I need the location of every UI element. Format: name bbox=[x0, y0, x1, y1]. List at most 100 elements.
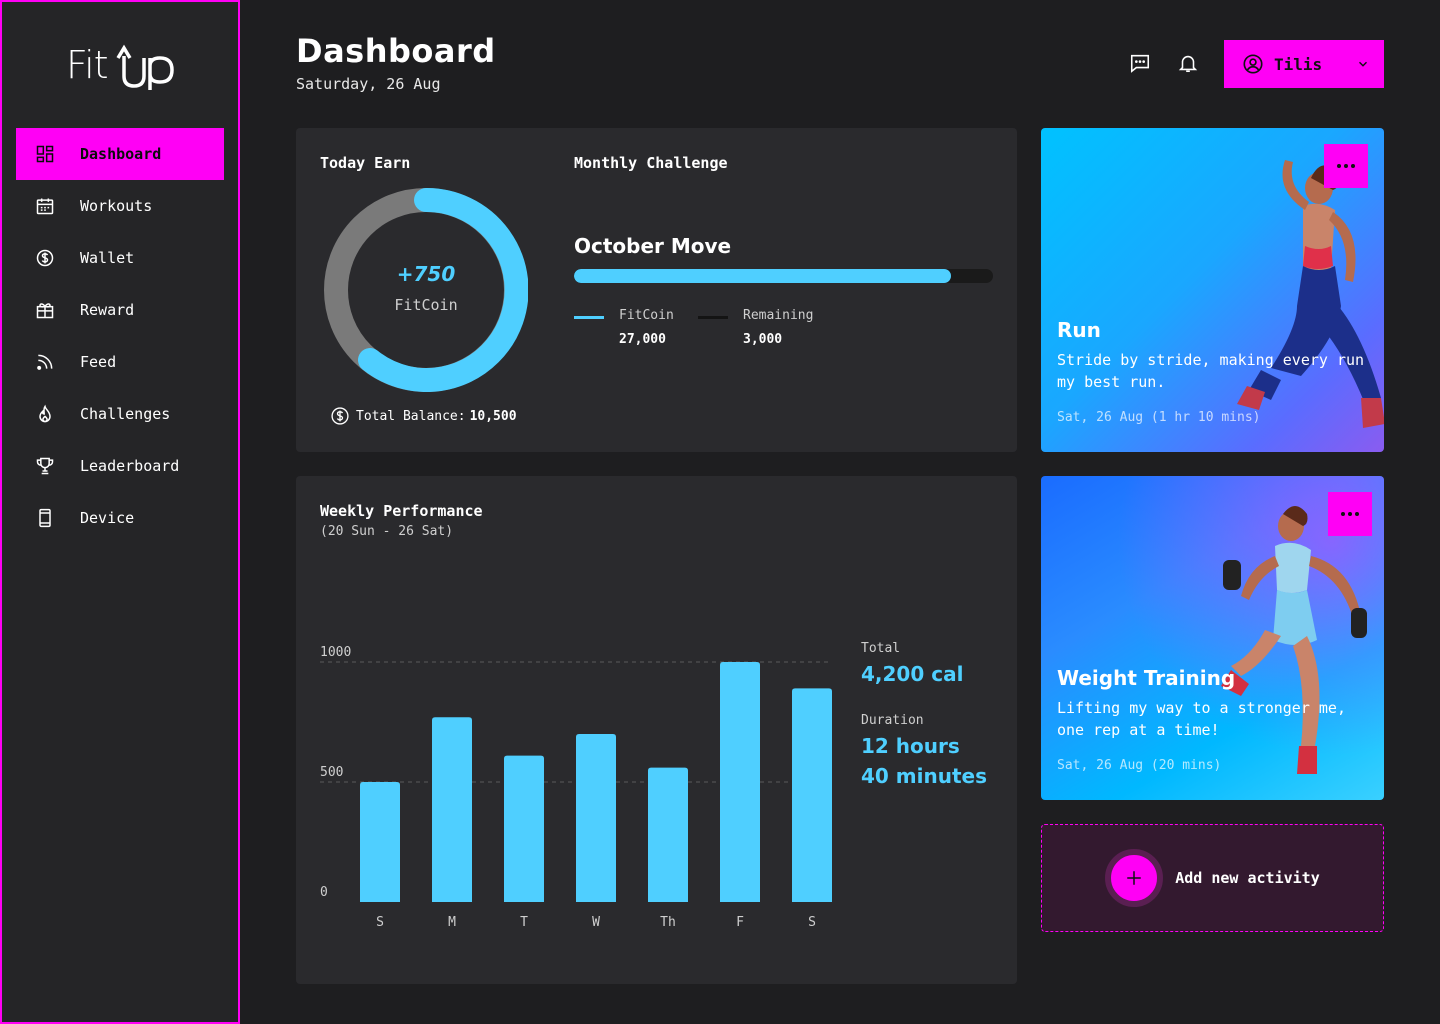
chevron-down-icon bbox=[1359, 61, 1367, 67]
dashboard-icon bbox=[34, 143, 56, 165]
dollar-coin-icon bbox=[34, 247, 56, 269]
legend-label: FitCoin bbox=[619, 308, 674, 323]
legend-value: 27,000 bbox=[619, 332, 666, 347]
user-menu-button[interactable]: Tilis bbox=[1224, 40, 1384, 88]
x-tick-label: S bbox=[376, 915, 384, 930]
user-name: Tilis bbox=[1274, 54, 1323, 74]
weekly-bar-chart: 1000 500 0 S M T W Th F S bbox=[320, 645, 832, 930]
sidebar-item-challenges[interactable]: Challenges bbox=[16, 388, 224, 440]
monthly-challenge-title: Monthly Challenge bbox=[574, 154, 728, 172]
total-label: Total bbox=[861, 641, 901, 656]
dot bbox=[1341, 512, 1345, 516]
sidebar-item-label: Workouts bbox=[80, 197, 153, 215]
x-tick-label: F bbox=[736, 915, 744, 930]
sidebar-item-reward[interactable]: Reward bbox=[16, 284, 224, 336]
x-tick-label: T bbox=[520, 915, 528, 930]
challenge-progress-fill bbox=[574, 269, 952, 283]
more-options-button[interactable] bbox=[1328, 492, 1372, 536]
sidebar-item-leaderboard[interactable]: Leaderboard bbox=[16, 440, 224, 492]
add-activity-card[interactable]: Add new activity bbox=[1041, 824, 1384, 932]
earn-donut-ring bbox=[324, 187, 529, 392]
y-tick-label: 1000 bbox=[320, 645, 351, 660]
dot bbox=[1355, 512, 1359, 516]
sidebar-item-wallet[interactable]: Wallet bbox=[16, 232, 224, 284]
dot bbox=[1337, 164, 1341, 168]
notification-bell-icon[interactable] bbox=[1175, 50, 1201, 76]
sidebar-item-label: Device bbox=[80, 509, 135, 527]
activity-card-run[interactable]: Run Stride by stride, making every run m… bbox=[1041, 128, 1384, 452]
total-value: 4,200 cal bbox=[861, 662, 964, 686]
total-balance: Total Balance: 10,500 bbox=[330, 406, 517, 426]
calendar-icon bbox=[34, 195, 56, 217]
message-icon[interactable] bbox=[1127, 50, 1153, 76]
x-tick-label: Th bbox=[660, 915, 676, 930]
rss-icon bbox=[34, 351, 56, 373]
dot bbox=[1348, 512, 1352, 516]
sidebar-item-workouts[interactable]: Workouts bbox=[16, 180, 224, 232]
activity-title: Run bbox=[1057, 318, 1101, 342]
legend-label: Remaining bbox=[743, 308, 814, 323]
svg-text:Fit: Fit bbox=[66, 43, 108, 87]
app-logo[interactable]: Fit bbox=[66, 40, 178, 100]
bar bbox=[360, 782, 400, 902]
duration-label: Duration bbox=[861, 713, 924, 728]
sidebar-item-label: Reward bbox=[80, 301, 135, 319]
duration-hours: 12 hours bbox=[861, 734, 960, 758]
earn-unit: FitCoin bbox=[394, 296, 458, 314]
sidebar-item-feed[interactable]: Feed bbox=[16, 336, 224, 388]
sidebar-item-label: Feed bbox=[80, 353, 117, 371]
balance-label: Total Balance: bbox=[356, 408, 466, 424]
bar bbox=[792, 688, 832, 902]
y-tick-label: 500 bbox=[320, 765, 343, 780]
activity-date: Sat, 26 Aug (20 mins) bbox=[1057, 758, 1222, 773]
sidebar-item-label: Wallet bbox=[80, 249, 135, 267]
bar bbox=[648, 767, 688, 902]
sidebar: Fit Dashboard Workouts Wallet Reward Fee… bbox=[0, 0, 240, 1024]
weightlifter-figure-image bbox=[1221, 506, 1367, 774]
runner-figure-image bbox=[1237, 160, 1384, 428]
dollar-coin-icon bbox=[331, 407, 349, 425]
bar bbox=[720, 662, 760, 902]
y-tick-label: 0 bbox=[320, 885, 328, 900]
bar bbox=[576, 734, 616, 902]
legend-swatch-remaining bbox=[698, 316, 728, 319]
plus-icon bbox=[1127, 871, 1141, 885]
activity-date: Sat, 26 Aug (1 hr 10 mins) bbox=[1057, 410, 1261, 425]
gift-icon bbox=[34, 299, 56, 321]
duration-minutes: 40 minutes bbox=[861, 764, 987, 788]
fitup-logo-icon: Fit bbox=[66, 43, 174, 90]
activity-card-weight-training[interactable]: Weight Training Lifting my way to a stro… bbox=[1041, 476, 1384, 800]
weekly-title: Weekly Performance bbox=[320, 502, 483, 520]
phone-device-icon bbox=[34, 507, 56, 529]
activity-description: Lifting my way to a stronger me, one rep… bbox=[1057, 699, 1346, 739]
add-activity-button[interactable] bbox=[1105, 849, 1164, 907]
legend-value: 3,000 bbox=[743, 332, 783, 347]
sidebar-nav: Dashboard Workouts Wallet Reward Feed Ch… bbox=[16, 128, 224, 544]
bar bbox=[504, 755, 544, 902]
activity-description: Stride by stride, making every run my be… bbox=[1057, 351, 1365, 391]
user-avatar-icon bbox=[1243, 54, 1263, 74]
dot bbox=[1351, 164, 1355, 168]
weekly-subtitle: (20 Sun - 26 Sat) bbox=[320, 524, 454, 539]
more-options-button[interactable] bbox=[1324, 144, 1368, 188]
x-tick-label: S bbox=[808, 915, 816, 930]
challenge-name: October Move bbox=[574, 234, 732, 258]
sidebar-item-device[interactable]: Device bbox=[16, 492, 224, 544]
legend-swatch-fitcoin bbox=[574, 316, 604, 319]
sidebar-item-label: Challenges bbox=[80, 405, 171, 423]
bar bbox=[432, 717, 472, 902]
challenge-progress-bar bbox=[574, 269, 993, 283]
sidebar-item-label: Dashboard bbox=[80, 145, 162, 163]
sidebar-item-dashboard[interactable]: Dashboard bbox=[16, 128, 224, 180]
dot bbox=[1344, 164, 1348, 168]
earn-value: +750 bbox=[396, 262, 456, 286]
balance-value: 10,500 bbox=[469, 408, 517, 424]
add-activity-label: Add new activity bbox=[1175, 869, 1320, 887]
flame-icon bbox=[34, 403, 56, 425]
sidebar-item-label: Leaderboard bbox=[80, 457, 180, 475]
activity-title: Weight Training bbox=[1057, 666, 1236, 690]
today-earn-title: Today Earn bbox=[320, 154, 411, 172]
earn-donut: +750 FitCoin bbox=[324, 187, 529, 392]
page-title: Dashboard bbox=[296, 32, 496, 70]
x-tick-label: W bbox=[592, 915, 600, 930]
